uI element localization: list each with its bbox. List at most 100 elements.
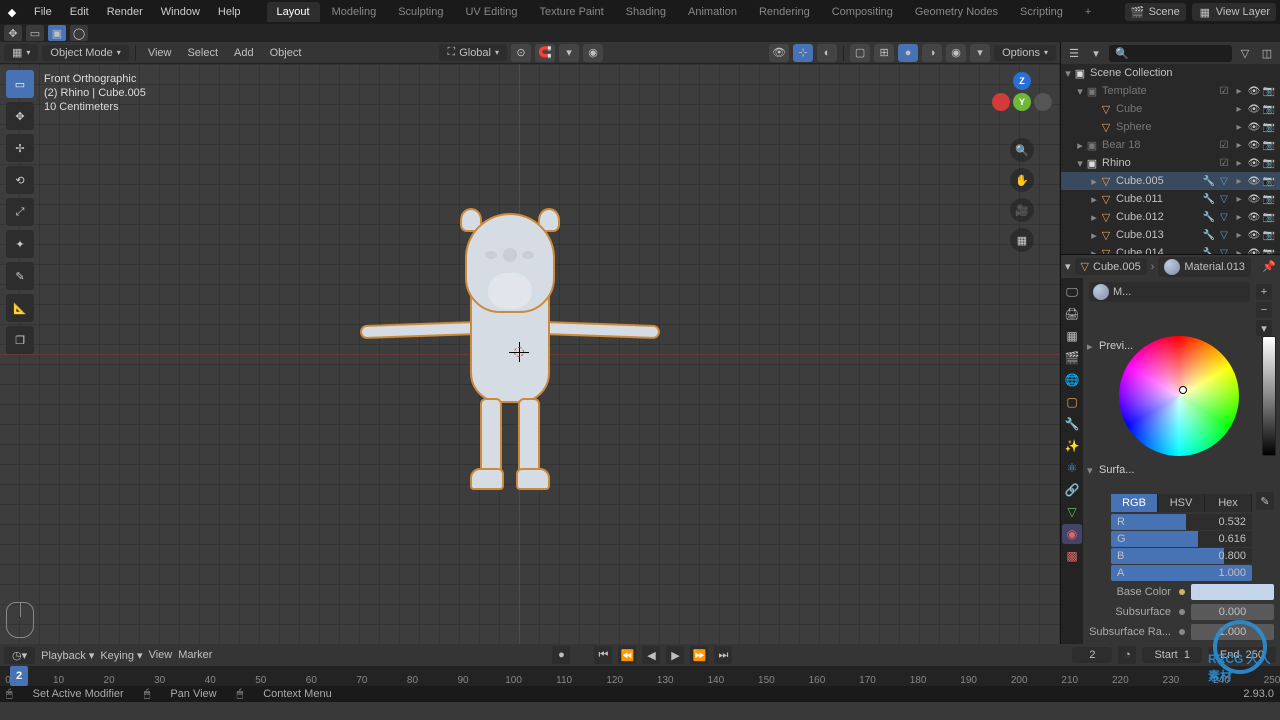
workspace-tab-compositing[interactable]: Compositing — [822, 2, 903, 22]
color-picker-cursor[interactable] — [1179, 386, 1187, 394]
proportional-edit[interactable]: ◉ — [583, 44, 603, 62]
workspace-tab-layout[interactable]: Layout — [267, 2, 320, 22]
menu-help[interactable]: Help — [210, 2, 249, 22]
timeline-editor-type[interactable]: ◷▾ — [4, 647, 35, 664]
camera-view-button[interactable]: 🎥 — [1010, 198, 1034, 222]
outliner-row[interactable]: ▸▽Cube.011🔧▽▸👁📷 — [1061, 190, 1280, 208]
end-frame-field[interactable]: End 250 — [1208, 647, 1276, 663]
workspace-tab-scripting[interactable]: Scripting — [1010, 2, 1073, 22]
pivot-dropdown[interactable]: ⊙ — [511, 44, 531, 62]
outliner-row[interactable]: ▸▽Cube.005🔧▽▸👁📷 — [1061, 172, 1280, 190]
panel-surface-label[interactable]: Surfa... — [1095, 464, 1134, 476]
jump-end[interactable]: ⏭ — [714, 646, 732, 664]
mode-dropdown[interactable]: Object Mode ▾ — [42, 45, 128, 61]
outliner-row[interactable]: ▽Sphere▸👁📷 — [1061, 118, 1280, 136]
workspace-tab-geonodes[interactable]: Geometry Nodes — [905, 2, 1008, 22]
vp-menu-view[interactable]: View — [142, 45, 178, 61]
play-reverse[interactable]: ◀ — [642, 646, 660, 664]
outliner-row-scene-collection[interactable]: ▾▣Scene Collection — [1061, 64, 1280, 82]
tl-menu-playback[interactable]: Playback ▾ — [41, 649, 94, 662]
props-material-link[interactable]: Material.013 — [1158, 257, 1251, 277]
select-tweak-icon[interactable]: ▣ — [48, 25, 66, 41]
menu-render[interactable]: Render — [99, 2, 151, 22]
vp-menu-add[interactable]: Add — [228, 45, 260, 61]
shading-dropdown[interactable]: ▾ — [970, 44, 990, 62]
xray-toggle[interactable]: ▢ — [850, 44, 870, 62]
outliner-row[interactable]: ▸▣Bear 18☑▸👁📷 — [1061, 136, 1280, 154]
tool-cursor[interactable]: ✥ — [6, 102, 34, 130]
jump-prev-key[interactable]: ⏪ — [618, 646, 636, 664]
tool-scale[interactable]: ⤢ — [6, 198, 34, 226]
nav-axis-y[interactable]: Y — [1013, 93, 1031, 111]
rhino-character-mesh[interactable] — [350, 203, 670, 523]
snap-toggle[interactable]: 🧲 — [535, 44, 555, 62]
value-slider[interactable] — [1262, 336, 1276, 456]
blender-logo-icon[interactable]: ◆ — [4, 4, 20, 20]
shading-wireframe[interactable]: ⊞ — [874, 44, 894, 62]
outliner-row[interactable]: ▾▣Template☑▸👁📷 — [1061, 82, 1280, 100]
tab-hex[interactable]: Hex — [1205, 494, 1252, 512]
play-forward[interactable]: ▶ — [666, 646, 684, 664]
tool-measure[interactable]: 📐 — [6, 294, 34, 322]
jump-next-key[interactable]: ⏩ — [690, 646, 708, 664]
workspace-tab-shading[interactable]: Shading — [616, 2, 676, 22]
props-object-link[interactable]: ▽Cube.005 — [1075, 258, 1147, 275]
timeline-track[interactable]: 2 01020304050607080901001101201301401501… — [0, 666, 1280, 686]
outliner-search[interactable]: 🔍 — [1109, 45, 1232, 62]
tl-menu-keying[interactable]: Keying ▾ — [100, 649, 142, 662]
tab-material[interactable]: ◉ — [1062, 524, 1082, 544]
nav-axis-z[interactable]: Z — [1013, 72, 1031, 90]
workspace-tab-modeling[interactable]: Modeling — [322, 2, 387, 22]
persp-ortho-button[interactable]: ▦ — [1010, 228, 1034, 252]
cursor-tool-icon[interactable]: ✥ — [4, 25, 22, 41]
overlay-toggle[interactable]: ◐ — [817, 44, 837, 62]
workspace-tab-sculpting[interactable]: Sculpting — [388, 2, 453, 22]
autokey-toggle[interactable]: ● — [552, 646, 570, 664]
tab-scene[interactable]: 🎬 — [1062, 348, 1082, 368]
tab-world[interactable]: 🌐 — [1062, 370, 1082, 390]
tab-viewlayer[interactable]: ▦ — [1062, 326, 1082, 346]
color-picker-wheel[interactable]: ▸ Previ... ▾ Surfa... — [1089, 336, 1274, 486]
slider-r[interactable]: R0.532 — [1111, 514, 1252, 530]
editor-type-dropdown[interactable]: ▦▾ — [4, 44, 38, 61]
menu-edit[interactable]: Edit — [62, 2, 97, 22]
tool-add-cube[interactable]: ❐ — [6, 326, 34, 354]
panel-surface-disclosure[interactable]: ▾ — [1087, 464, 1093, 477]
tool-annotate[interactable]: ✎ — [6, 262, 34, 290]
outliner-row[interactable]: ▸▽Cube.013🔧▽▸👁📷 — [1061, 226, 1280, 244]
slider-b[interactable]: B0.800 — [1111, 548, 1252, 564]
material-slot-menu[interactable]: ▾ — [1256, 320, 1272, 336]
shading-solid[interactable]: ● — [898, 44, 918, 62]
workspace-tab-uv[interactable]: UV Editing — [455, 2, 527, 22]
tab-modifiers[interactable]: 🔧 — [1062, 414, 1082, 434]
snap-dropdown[interactable]: ▾ — [559, 44, 579, 62]
scene-selector[interactable]: 🎬Scene — [1125, 3, 1186, 21]
eyedropper-button[interactable]: ✎ — [1256, 492, 1274, 510]
tab-object[interactable]: ▢ — [1062, 392, 1082, 412]
workspace-tab-add[interactable]: + — [1075, 2, 1101, 22]
overlay-gizmo-toggle[interactable]: ⊹ — [793, 44, 813, 62]
outliner-row[interactable]: ▸▽Cube.012🔧▽▸👁📷 — [1061, 208, 1280, 226]
panel-preview-label[interactable]: Previ... — [1095, 340, 1133, 352]
tab-mesh-data[interactable]: ▽ — [1062, 502, 1082, 522]
outliner-new-collection[interactable]: ◫ — [1258, 44, 1276, 62]
prop-row[interactable]: Base Color — [1089, 583, 1274, 601]
tab-output[interactable]: 🖨 — [1062, 304, 1082, 324]
slider-g[interactable]: G0.616 — [1111, 531, 1252, 547]
slider-a[interactable]: A1.000 — [1111, 565, 1252, 581]
vp-menu-select[interactable]: Select — [181, 45, 224, 61]
tool-rotate[interactable]: ⟲ — [6, 166, 34, 194]
tool-move[interactable]: ✢ — [6, 134, 34, 162]
tab-physics[interactable]: ⚛ — [1062, 458, 1082, 478]
viewlayer-selector[interactable]: ▦View Layer — [1192, 3, 1276, 21]
outliner-display-mode[interactable]: ▾ — [1087, 44, 1105, 62]
orientation-dropdown[interactable]: ⛶ Global ▾ — [439, 44, 507, 61]
current-frame-field[interactable]: 2 — [1072, 647, 1112, 663]
tab-hsv[interactable]: HSV — [1158, 494, 1205, 512]
preview-range-toggle[interactable]: ◔ — [1118, 646, 1136, 664]
workspace-tab-animation[interactable]: Animation — [678, 2, 747, 22]
panel-preview-disclosure[interactable]: ▸ — [1087, 340, 1093, 353]
tl-menu-view[interactable]: View — [149, 649, 173, 661]
select-lasso-icon[interactable]: ◯ — [70, 25, 88, 41]
tl-menu-marker[interactable]: Marker — [178, 649, 212, 661]
